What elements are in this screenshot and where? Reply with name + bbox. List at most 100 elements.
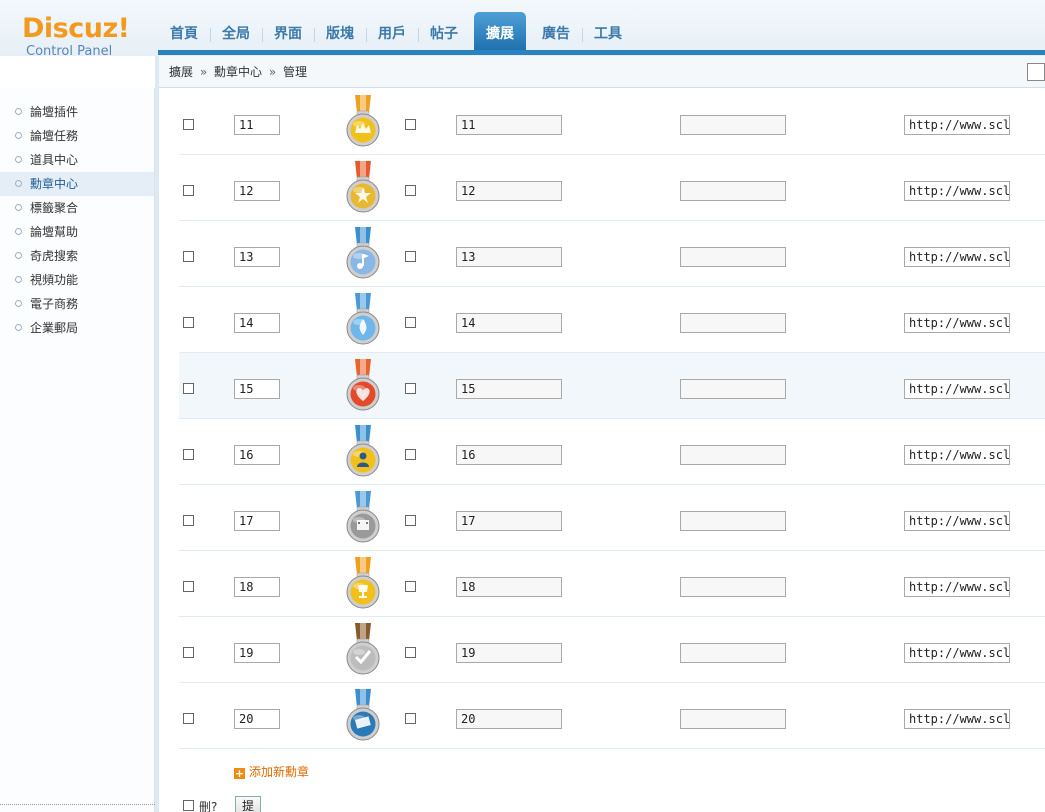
delete-checkbox[interactable] <box>183 449 194 460</box>
sidebar-item-label: 企業郵局 <box>30 321 79 335</box>
delete-checkbox[interactable] <box>183 581 194 592</box>
sidebar-item-1[interactable]: 論壇任務 <box>0 124 154 148</box>
submit-button[interactable]: 提交 <box>235 796 262 812</box>
available-checkbox[interactable] <box>405 185 416 196</box>
available-checkbox[interactable] <box>405 449 416 460</box>
display-order-input[interactable]: 18 <box>234 577 280 597</box>
available-checkbox[interactable] <box>405 251 416 262</box>
display-order-input[interactable]: 12 <box>234 181 280 201</box>
bullet-icon <box>15 204 22 211</box>
sidebar-item-5[interactable]: 論壇幫助 <box>0 220 154 244</box>
nav-tab-7[interactable]: 廣告 <box>530 12 582 52</box>
book-medal-icon <box>343 687 383 747</box>
sidebar: 論壇插件 論壇任務 道具中心勳章中心標籤聚合論壇幫助奇虎搜索 視頻功能 電子商務企業郵局 <box>0 88 155 812</box>
sidebar-item-label: 勳章中心 <box>30 177 79 191</box>
display-order-input[interactable]: 16 <box>234 445 280 465</box>
nav-tab-4[interactable]: 用戶 <box>366 12 418 52</box>
sidebar-footer-divider <box>0 804 155 812</box>
display-order-input[interactable]: 20 <box>234 709 280 729</box>
available-checkbox[interactable] <box>405 713 416 724</box>
delete-checkbox[interactable] <box>183 515 194 526</box>
sidebar-item-3[interactable]: 勳章中心 <box>0 172 154 196</box>
sidebar-item-0[interactable]: 論壇插件 <box>0 100 154 124</box>
breadcrumb: 擴展 » 勳章中心 » 管理 <box>159 56 1045 88</box>
delete-checkbox[interactable] <box>183 185 194 196</box>
sidebar-item-7[interactable]: 視頻功能 <box>0 268 154 292</box>
medal-name-input[interactable]: 12 <box>456 181 562 201</box>
medal-name-input[interactable]: 18 <box>456 577 562 597</box>
medal-name-input[interactable]: 16 <box>456 445 562 465</box>
sidebar-item-2[interactable]: 道具中心 <box>0 148 154 172</box>
breadcrumb-item-medal-center[interactable]: 勳章中心 <box>214 65 262 79</box>
available-checkbox[interactable] <box>405 515 416 526</box>
nav-tab-3[interactable]: 版塊 <box>314 12 366 52</box>
medal-description-input[interactable] <box>680 709 786 729</box>
sidebar-item-8[interactable]: 電子商務 <box>0 292 154 316</box>
delete-checkbox[interactable] <box>183 119 194 130</box>
medal-description-input[interactable] <box>680 379 786 399</box>
available-checkbox[interactable] <box>405 317 416 328</box>
medal-image-url-input[interactable]: http://www.sclub <box>904 379 1010 399</box>
table-row: 11 11 http://www.sclub <box>179 89 1045 155</box>
nav-tab-5[interactable]: 帖子 <box>418 12 470 52</box>
available-checkbox[interactable] <box>405 581 416 592</box>
available-checkbox[interactable] <box>405 119 416 130</box>
nav-tab-1[interactable]: 全局 <box>210 12 262 52</box>
available-checkbox[interactable] <box>405 647 416 658</box>
nav-tab-6[interactable]: 擴展 <box>474 12 526 52</box>
medal-image-url-input[interactable]: http://www.sclub <box>904 577 1010 597</box>
nav-tab-0[interactable]: 首頁 <box>158 12 210 52</box>
add-medal-link[interactable]: + 添加新勳章 <box>234 763 309 780</box>
medal-image-url-input[interactable]: http://www.sclub <box>904 643 1010 663</box>
medal-description-input[interactable] <box>680 577 786 597</box>
table-row: 15 15 http://www.sclub <box>179 353 1045 419</box>
display-order-input[interactable]: 17 <box>234 511 280 531</box>
medal-image-url-input[interactable]: http://www.sclub <box>904 115 1010 135</box>
nav-tab-2[interactable]: 界面 <box>262 12 314 52</box>
sidebar-item-label: 論壇幫助 <box>30 225 79 239</box>
sidebar-item-6[interactable]: 奇虎搜索 <box>0 244 154 268</box>
delete-checkbox[interactable] <box>183 317 194 328</box>
medal-description-input[interactable] <box>680 313 786 333</box>
medal-image-url-input[interactable]: http://www.sclub <box>904 511 1010 531</box>
medal-description-input[interactable] <box>680 115 786 135</box>
medal-name-input[interactable]: 17 <box>456 511 562 531</box>
delete-checkbox[interactable] <box>183 713 194 724</box>
medal-description-input[interactable] <box>680 181 786 201</box>
medal-name-input[interactable]: 19 <box>456 643 562 663</box>
display-order-input[interactable]: 14 <box>234 313 280 333</box>
display-order-input[interactable]: 15 <box>234 379 280 399</box>
medal-description-input[interactable] <box>680 511 786 531</box>
medal-image-url-input[interactable]: http://www.sclub <box>904 445 1010 465</box>
medal-name-input[interactable]: 20 <box>456 709 562 729</box>
table-row: 20 20 http://www.sclub <box>179 683 1045 749</box>
medal-image-url-input[interactable]: http://www.sclub <box>904 313 1010 333</box>
medal-description-input[interactable] <box>680 643 786 663</box>
medal-name-input[interactable]: 13 <box>456 247 562 267</box>
breadcrumb-item-extend[interactable]: 擴展 <box>169 65 193 79</box>
medal-name-input[interactable]: 15 <box>456 379 562 399</box>
delete-checkbox[interactable] <box>183 383 194 394</box>
delete-checkbox[interactable] <box>183 647 194 658</box>
medal-description-input[interactable] <box>680 247 786 267</box>
delete-checkbox[interactable] <box>183 251 194 262</box>
medal-table: 11 11 http://www.sclub 12 12 http://www.sclub… <box>159 89 1045 812</box>
nav-tab-8[interactable]: 工具 <box>582 12 634 52</box>
medal-image-url-input[interactable]: http://www.sclub <box>904 181 1010 201</box>
breadcrumb-search-box[interactable] <box>1027 63 1045 81</box>
logo[interactable]: Discuz! Control Panel <box>22 14 142 60</box>
breadcrumb-separator: » <box>199 65 208 79</box>
medal-image-url-input[interactable]: http://www.sclub <box>904 709 1010 729</box>
display-order-input[interactable]: 13 <box>234 247 280 267</box>
medal-image-url-input[interactable]: http://www.sclub <box>904 247 1010 267</box>
display-order-input[interactable]: 19 <box>234 643 280 663</box>
medal-name-input[interactable]: 11 <box>456 115 562 135</box>
medal-name-input[interactable]: 14 <box>456 313 562 333</box>
delete-all-checkbox[interactable] <box>183 800 194 811</box>
available-checkbox[interactable] <box>405 383 416 394</box>
sidebar-item-9[interactable]: 企業郵局 <box>0 316 154 340</box>
bullet-icon <box>15 156 22 163</box>
medal-description-input[interactable] <box>680 445 786 465</box>
display-order-input[interactable]: 11 <box>234 115 280 135</box>
sidebar-item-4[interactable]: 標籤聚合 <box>0 196 154 220</box>
